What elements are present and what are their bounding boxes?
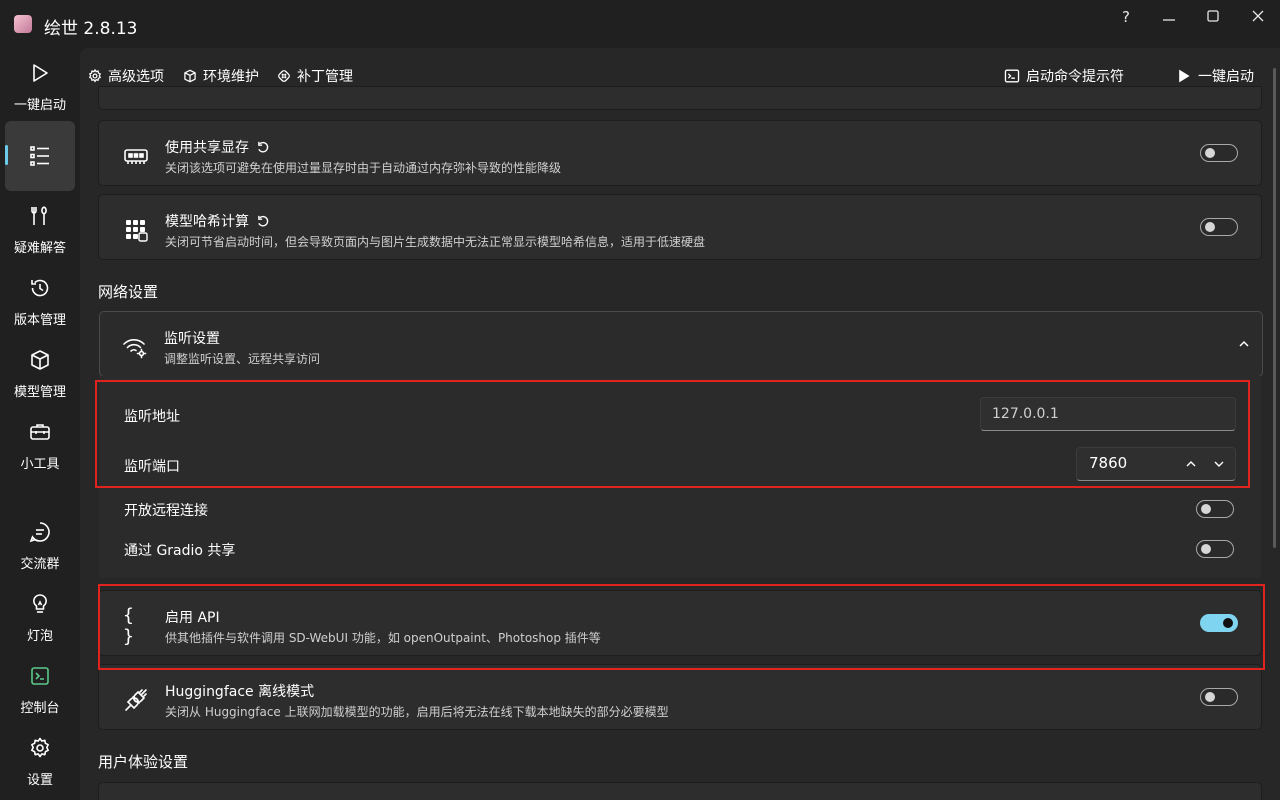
ux-first-card xyxy=(98,782,1262,800)
listen-settings-description: 调整监听设置、远程共享访问 xyxy=(164,352,321,366)
tab-label: 环境维护 xyxy=(203,69,259,85)
package-icon xyxy=(184,69,196,83)
listen-settings-expander[interactable]: 监听设置 调整监听设置、远程共享访问 xyxy=(99,311,1263,377)
terminal-icon xyxy=(1004,69,1020,83)
main-content: 高级选项 环境维护 补丁管理 启动命令提示符 一键启动 使用共享显存 关闭该选项… xyxy=(80,48,1280,800)
listen-settings-title: 监听设置 xyxy=(164,331,220,347)
play-icon xyxy=(1179,69,1190,83)
shared-memory-description: 关闭该选项可避免在使用过量显存时由于自动通过内存弥补导致的性能降级 xyxy=(165,161,562,175)
remote-connection-label: 开放远程连接 xyxy=(124,503,208,519)
tab-patches[interactable]: 补丁管理 xyxy=(277,66,353,86)
launch-console-label: 启动命令提示符 xyxy=(1026,69,1124,85)
tab-label: 高级选项 xyxy=(108,69,164,85)
huggingface-offline-toggle[interactable] xyxy=(1200,688,1238,706)
nav-item-settings[interactable]: 设置 xyxy=(5,725,75,795)
minimize-icon xyxy=(1163,19,1175,21)
huggingface-offline-description: 关闭从 Huggingface 上联网加载模型的功能，启用后将无法在线下载本地缺… xyxy=(165,705,669,719)
model-hash-description: 关闭可节省启动时间，但会导致页面内与图片生成数据中无法正常显示模型哈希信息，适用… xyxy=(165,235,706,249)
gear-icon xyxy=(88,69,102,83)
shared-memory-title: 使用共享显存 xyxy=(165,137,270,157)
nav-item-launch[interactable]: 一键启动 xyxy=(5,50,75,120)
console-icon xyxy=(5,663,75,689)
huggingface-offline-card: Huggingface 离线模式 关闭从 Huggingface 上联网加载模型… xyxy=(98,664,1262,730)
model-hash-title: 模型哈希计算 xyxy=(165,211,270,231)
ux-section-title: 用户体验设置 xyxy=(98,753,189,771)
nav-item-troubleshoot[interactable]: 疑难解答 xyxy=(5,193,75,263)
nav-label: 交流群 xyxy=(20,557,60,572)
reset-icon[interactable] xyxy=(257,141,270,154)
highlight-listen-box xyxy=(95,380,1250,488)
list-icon xyxy=(5,143,75,169)
nav-label: 版本管理 xyxy=(13,313,66,328)
tab-environment[interactable]: 环境维护 xyxy=(183,66,259,86)
grid-calculator-icon xyxy=(123,217,149,243)
play-icon xyxy=(5,60,75,86)
tab-advanced[interactable]: 高级选项 xyxy=(88,66,164,86)
shared-memory-title-text: 使用共享显存 xyxy=(165,140,249,156)
nav-item-versions[interactable]: 版本管理 xyxy=(5,265,75,335)
gear-icon xyxy=(5,735,75,761)
nav-label: 模型管理 xyxy=(13,385,66,400)
shared-memory-toggle[interactable] xyxy=(1200,144,1238,162)
nav-item-tools[interactable]: 小工具 xyxy=(5,409,75,479)
gradio-share-toggle[interactable] xyxy=(1196,540,1234,558)
plug-disconnect-icon xyxy=(123,687,149,713)
nav-item-models[interactable]: 模型管理 xyxy=(5,337,75,407)
model-hash-toggle[interactable] xyxy=(1200,218,1238,236)
one-click-launch-button[interactable]: 一键启动 xyxy=(1176,66,1254,86)
tab-label: 补丁管理 xyxy=(297,69,353,85)
huggingface-offline-title: Huggingface 离线模式 xyxy=(165,684,315,700)
scrollbar[interactable] xyxy=(1273,68,1276,548)
previous-card-edge xyxy=(98,86,1262,110)
model-hash-title-text: 模型哈希计算 xyxy=(165,214,249,230)
remote-connection-toggle[interactable] xyxy=(1196,500,1234,518)
maximize-button[interactable] xyxy=(1198,6,1228,28)
wifi-gear-icon xyxy=(122,334,148,360)
nav-label: 灯泡 xyxy=(26,629,53,644)
nav-label: 一键启动 xyxy=(13,98,66,113)
network-section-title: 网络设置 xyxy=(98,283,159,301)
sidebar: 一键启动 疑难解答 版本管理 模型管理 小工具 交流群 灯泡 控制台 设置 xyxy=(0,48,80,800)
cube-icon xyxy=(5,347,75,373)
bulb-icon xyxy=(5,591,75,617)
reset-icon[interactable] xyxy=(257,215,270,228)
nav-label: 疑难解答 xyxy=(13,241,66,256)
model-hash-card: 模型哈希计算 关闭可节省启动时间，但会导致页面内与图片生成数据中无法正常显示模型… xyxy=(98,194,1262,260)
nav-item-bulb[interactable]: 灯泡 xyxy=(5,581,75,651)
memory-icon xyxy=(123,143,149,169)
close-icon xyxy=(1252,10,1264,22)
wrench-icon xyxy=(5,203,75,229)
help-button[interactable]: ? xyxy=(1111,6,1141,28)
gradio-share-label: 通过 Gradio 共享 xyxy=(124,543,236,559)
chevron-up-icon[interactable] xyxy=(1238,339,1250,349)
app-title: 绘世 2.8.13 xyxy=(44,19,138,39)
nav-label: 控制台 xyxy=(20,701,60,716)
nav-label: 小工具 xyxy=(20,457,60,472)
one-click-launch-label: 一键启动 xyxy=(1198,69,1254,85)
launch-console-button[interactable]: 启动命令提示符 xyxy=(1004,66,1124,86)
nav-label: 设置 xyxy=(26,773,53,788)
app-logo xyxy=(14,15,32,33)
title-bar: 绘世 2.8.13 ? xyxy=(0,0,1280,48)
shared-memory-card: 使用共享显存 关闭该选项可避免在使用过量显存时由于自动通过内存弥补导致的性能降级 xyxy=(98,120,1262,186)
close-button[interactable] xyxy=(1243,6,1273,28)
minimize-button[interactable] xyxy=(1154,6,1184,28)
nav-item-community[interactable]: 交流群 xyxy=(5,509,75,579)
nav-item-console[interactable]: 控制台 xyxy=(5,653,75,723)
maximize-icon xyxy=(1207,10,1219,22)
chat-icon xyxy=(5,519,75,545)
toolbox-icon xyxy=(5,419,75,445)
highlight-api-box xyxy=(98,584,1265,670)
nav-item-advanced[interactable] xyxy=(5,121,75,191)
history-icon xyxy=(5,275,75,301)
patch-icon xyxy=(278,70,290,82)
